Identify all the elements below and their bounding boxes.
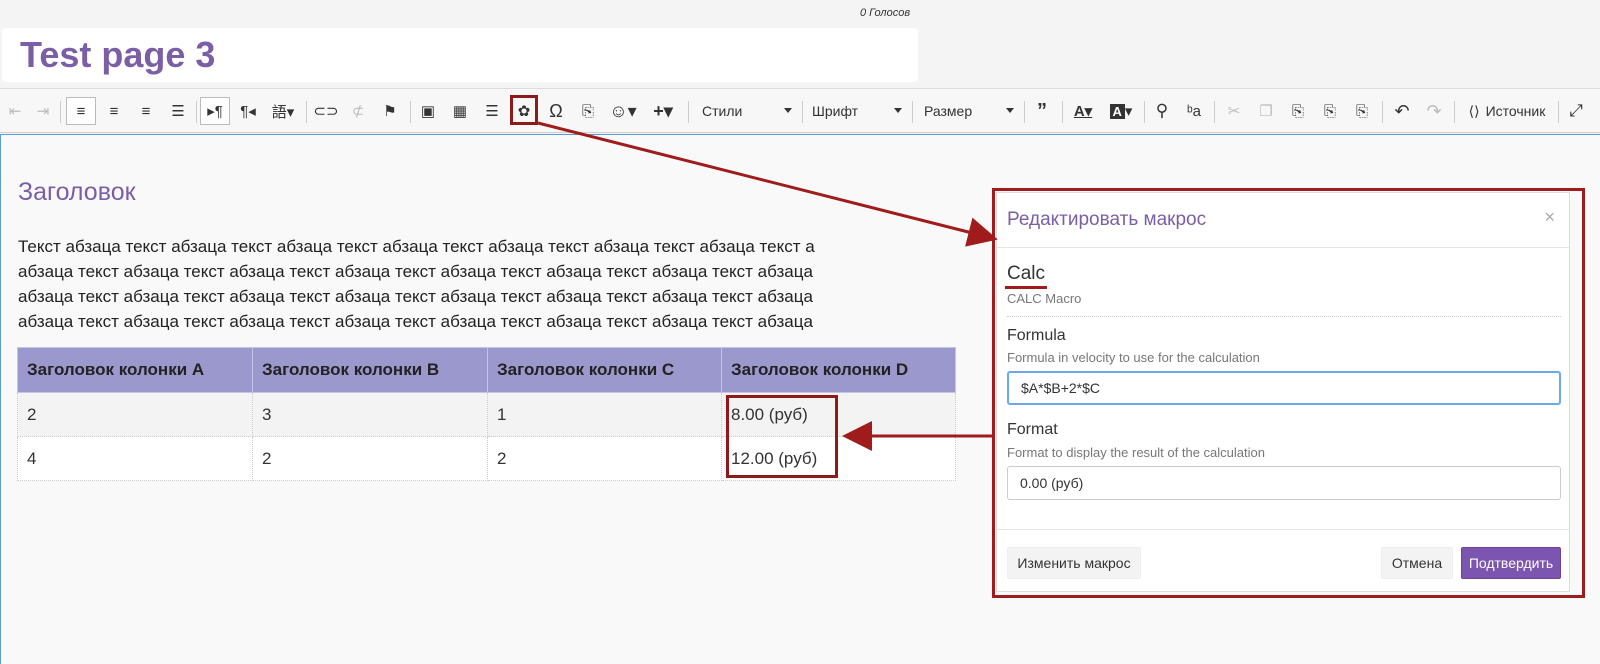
table-header-cell: Заголовок колонки D [721,347,956,393]
format-help: Format to display the result of the calc… [1007,445,1265,460]
paste-word-icon[interactable]: ⎘ [1348,97,1376,125]
table-icon[interactable]: ▦ [446,97,474,125]
ltr-icon[interactable]: ▸¶ [200,97,230,125]
gear-highlight [510,95,538,125]
cancel-button[interactable]: Отмена [1381,547,1453,579]
close-icon[interactable]: × [1544,207,1555,228]
change-macro-button[interactable]: Изменить макрос [1007,547,1141,579]
macro-name: Calc [1007,263,1046,284]
paste-text-icon[interactable]: ⎘ [1316,97,1344,125]
page-title: Test page 3 [20,34,216,75]
align-right-icon[interactable]: ≡ [132,97,160,125]
source-icon: ⟨⟩ [1468,102,1480,119]
styles-dropdown[interactable]: Стили [702,97,792,125]
image-icon[interactable]: ▣ [414,97,442,125]
title-bar: Test page 3 [2,28,918,82]
content-heading: Заголовок [18,178,136,206]
formula-label: Formula [1007,327,1066,344]
align-center-icon[interactable]: ≡ [100,97,128,125]
format-field[interactable] [1007,466,1561,500]
macro-subtitle: CALC Macro [1007,291,1082,306]
undo-icon[interactable]: ↶ [1388,97,1416,125]
formula-help: Formula in velocity to use for the calcu… [1007,350,1260,365]
formula-field[interactable] [1007,371,1561,405]
format-label: Format [1007,421,1058,438]
paste-icon[interactable]: ⎘ [574,97,602,125]
content-paragraph: Текст абзаца текст абзаца текст абзаца т… [18,237,815,330]
horizontal-line-icon[interactable]: ☰ [478,97,506,125]
table-cell: 3 [252,392,488,437]
blockquote-icon[interactable]: ” [1028,97,1056,125]
table-cell: 1 [487,392,722,437]
votes-count: 0 Голосов [860,7,911,19]
bg-color-icon[interactable]: A ▾ [1104,97,1138,125]
maximize-icon[interactable]: ⤢ [1562,97,1590,125]
table-header-cell: Заголовок колонки B [252,347,488,393]
table-cell: 2 [487,436,722,481]
table-header-cell: Заголовок колонки C [487,347,722,393]
omega-icon[interactable]: Ω [542,97,570,125]
align-left-icon[interactable]: ≡ [66,97,96,125]
table-header-row: Заголовок колонки A Заголовок колонки B … [17,347,956,393]
paste-icon-2[interactable]: ⎘ [1284,97,1312,125]
unlink-icon[interactable]: ⊄ [344,97,372,125]
rtl-icon[interactable]: ¶◂ [234,97,262,125]
macro-name-underline [1005,286,1047,289]
dialog-title: Редактировать макрос [1007,209,1207,230]
insert-plus-icon[interactable]: +▾ [646,97,680,125]
indent-icon[interactable]: ⇥ [32,97,54,125]
copy-icon[interactable]: ❐ [1252,97,1280,125]
redo-icon[interactable]: ↷ [1420,97,1448,125]
text-color-icon[interactable]: A▾ [1066,97,1100,125]
table-header-cell: Заголовок колонки A [17,347,253,393]
link-icon[interactable]: ⊂⊃ [312,97,340,125]
language-icon[interactable]: 語▾ [266,97,300,125]
result-highlight [726,395,838,478]
cut-icon[interactable]: ✂ [1220,97,1248,125]
editor-toolbar: ⇤ ⇥ ≡ ≡ ≡ ☰ ▸¶ ¶◂ 語▾ ⊂⊃ ⊄ ⚑ ▣ ▦ ☰ ✿ Ω ⎘ … [0,88,1600,133]
replace-icon[interactable]: ᵇa [1180,97,1208,125]
align-justify-icon[interactable]: ☰ [164,97,192,125]
source-button[interactable]: ⟨⟩ Источник [1460,97,1554,125]
table-cell: 4 [17,436,253,481]
anchor-flag-icon[interactable]: ⚑ [376,97,404,125]
table-cell: 2 [252,436,488,481]
search-icon[interactable]: ⚲ [1148,97,1176,125]
edit-macro-dialog: Редактировать макрос × Calc CALC Macro F… [996,192,1570,592]
font-dropdown[interactable]: Шрифт [812,97,902,125]
size-dropdown[interactable]: Размер [924,97,1014,125]
confirm-button[interactable]: Подтвердить [1461,547,1561,579]
table-cell: 2 [17,392,253,437]
outdent-icon[interactable]: ⇤ [4,97,26,125]
emoji-icon[interactable]: ☺▾ [606,97,640,125]
